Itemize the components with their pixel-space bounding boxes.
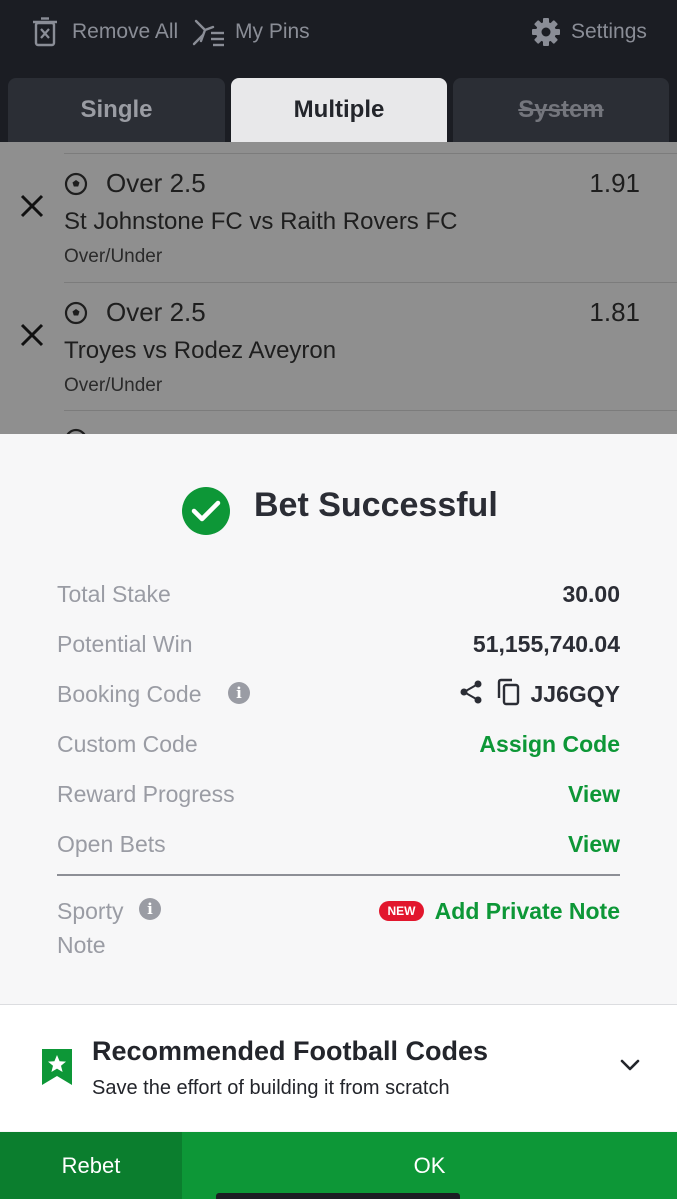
settings-button[interactable]: Settings [531,14,647,50]
selection-match: Troyes vs Rodez Aveyron [64,337,337,364]
home-indicator [216,1193,460,1199]
check-circle-icon [182,487,230,535]
copy-icon[interactable] [495,678,521,706]
chevron-down-icon[interactable] [619,1057,641,1073]
my-pins-button[interactable]: My Pins [191,14,310,50]
selection-pick: Over 2.5 [106,297,206,327]
selection-market: Over/Under [64,246,163,267]
row-divider [64,410,677,411]
open-bets-view-link[interactable]: View [568,831,620,858]
selection-list: Over 2.5 1.91 St Johnstone FC vs Raith R… [0,142,677,434]
bookmark-star-icon [42,1049,72,1085]
football-icon [64,301,88,325]
selection-market: Over/Under [64,375,163,396]
potential-win-label: Potential Win [57,631,193,657]
remove-selection-icon[interactable] [18,192,46,220]
booking-code-label: Booking Code [57,681,202,707]
section-divider [57,874,620,876]
selection-odds: 1.81 [589,297,640,327]
share-icon[interactable] [458,679,484,705]
sporty-note-label: Sporty [57,898,124,924]
gear-icon [531,17,561,47]
add-private-note-link[interactable]: Add Private Note [435,898,620,925]
remove-selection-icon[interactable] [18,321,46,349]
recommended-subtitle: Save the effort of building it from scra… [92,1077,450,1099]
custom-code-label: Custom Code [57,731,198,757]
new-badge: NEW [379,901,424,921]
reward-progress-view-link[interactable]: View [568,781,620,808]
success-title: Bet Successful [254,486,498,524]
reward-progress-label: Reward Progress [57,781,235,807]
selection-match: St Johnstone FC vs Raith Rovers FC [64,208,458,235]
potential-win-value: 51,155,740.04 [472,631,620,657]
selection-odds: 1.91 [589,168,640,198]
booking-code-value: JJ6GQY [530,681,621,707]
open-bets-label: Open Bets [57,831,166,857]
assign-code-link[interactable]: Assign Code [479,731,620,758]
info-icon[interactable]: i [139,898,161,920]
selection-row: Over 2.5 1.81 Troyes vs Rodez Aveyron Ov… [0,271,677,399]
recommended-title: Recommended Football Codes [92,1036,489,1066]
total-stake-label: Total Stake [57,581,171,607]
row-divider [64,153,677,154]
tab-single[interactable]: Single [8,78,225,142]
my-pins-label: My Pins [235,20,310,43]
settings-label: Settings [571,20,647,43]
sporty-note-label-line2: Note [57,932,106,958]
tab-multiple[interactable]: Multiple [231,78,447,142]
total-stake-value: 30.00 [562,581,620,607]
rebet-button[interactable]: Rebet [0,1132,182,1199]
selection-pick: Over 2.5 [106,168,206,198]
info-icon[interactable]: i [228,682,250,704]
trash-x-icon [32,17,58,47]
remove-all-button[interactable]: Remove All [32,14,178,50]
football-icon [64,172,88,196]
ok-button[interactable]: OK [182,1132,677,1199]
pins-icon [191,17,225,47]
tab-system[interactable]: System [453,78,669,142]
selection-row: Over 2.5 1.91 St Johnstone FC vs Raith R… [0,142,677,270]
recommended-codes-section[interactable] [0,1005,677,1131]
row-divider [64,282,677,283]
remove-all-label: Remove All [72,20,179,43]
